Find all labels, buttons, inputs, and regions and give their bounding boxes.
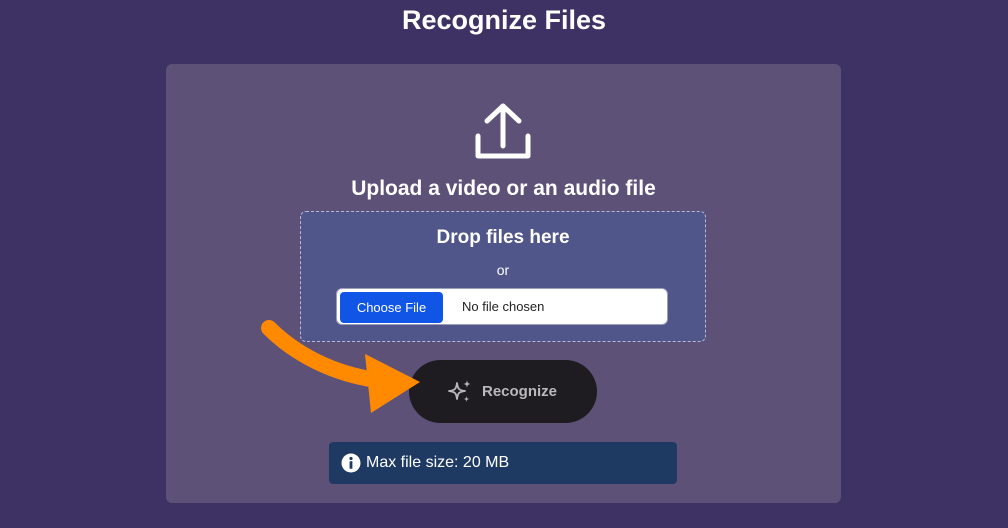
recognize-button-label: Recognize (482, 383, 558, 400)
info-icon (341, 453, 361, 473)
info-box: Max file size: 20 MB (329, 442, 677, 484)
max-file-size-text: Max file size: 20 MB (366, 454, 510, 471)
dropzone-or-text: or (496, 262, 510, 278)
upload-heading: Upload a video or an audio file (351, 177, 656, 200)
dropzone-title: Drop files here (436, 227, 570, 248)
orange-arrow (261, 320, 420, 413)
recognize-files-page: Recognize Files Upload a video or an aud… (0, 0, 1008, 528)
recognize-button[interactable]: Recognize (409, 360, 597, 423)
file-status-text: No file chosen (462, 299, 545, 314)
sparkle-icon (448, 380, 471, 402)
page-title: Recognize Files (401, 5, 607, 35)
upload-icon (475, 103, 531, 159)
